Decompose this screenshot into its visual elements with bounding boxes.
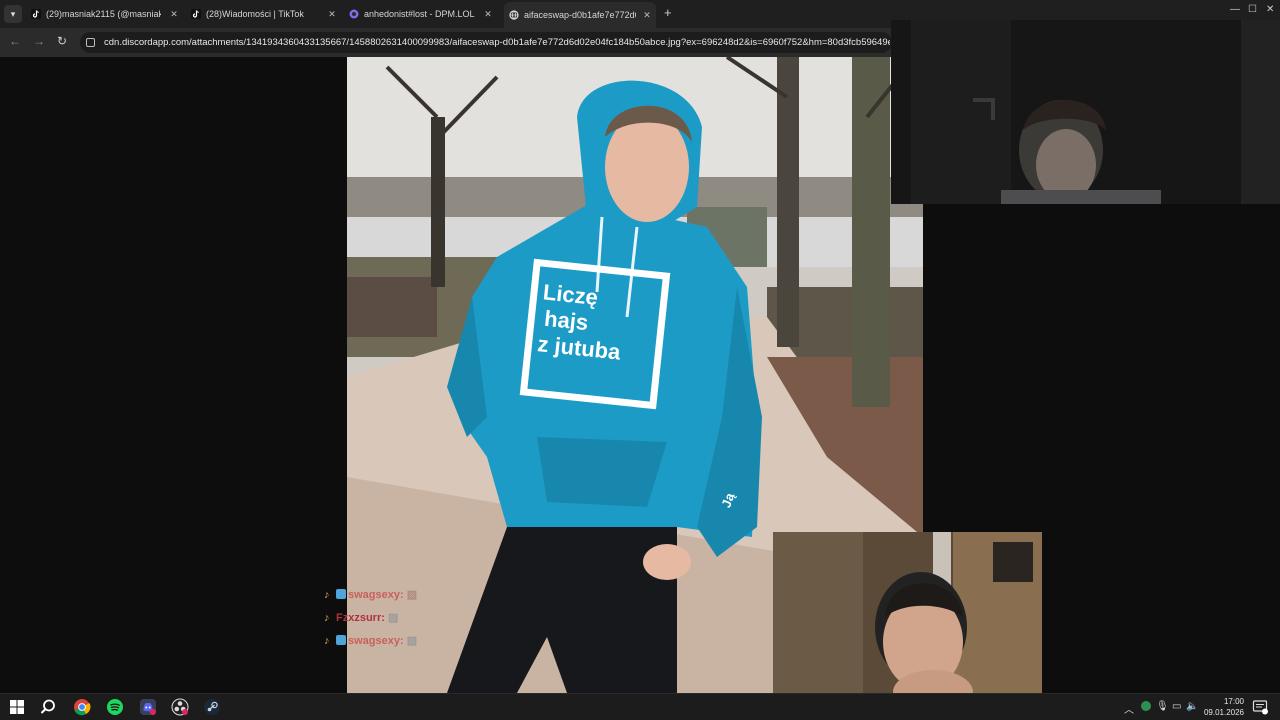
back-icon[interactable]: ←: [9, 34, 21, 48]
music-note-icon: ♪: [324, 612, 330, 624]
webcam-streamer-top: [891, 20, 1280, 204]
dpm-icon: [349, 9, 359, 19]
tray-overflow-icon[interactable]: ︿: [1124, 701, 1134, 716]
forward-icon[interactable]: →: [33, 34, 45, 48]
notifications-icon[interactable]: [1252, 699, 1268, 715]
taskbar: ︿ 🎙 ▭ 🔈 17:00 09.01.2026: [0, 693, 1280, 720]
steam-icon[interactable]: [203, 698, 221, 716]
music-note-icon: ♪: [324, 589, 330, 601]
chat-emote: ▨: [406, 635, 418, 647]
tab-label: aifaceswap-d0b1afe7e772d6d0: [524, 10, 636, 20]
site-info-icon[interactable]: [86, 38, 95, 47]
chat-username: Fzxzsurr:: [336, 612, 385, 624]
close-tab-icon[interactable]: ✕: [326, 4, 338, 24]
close-window-icon[interactable]: ✕: [1266, 4, 1274, 15]
music-note-icon: ♪: [324, 635, 330, 647]
webcam-feed: [891, 20, 1280, 204]
search-icon[interactable]: [39, 698, 57, 716]
chat-username: swagsexy:: [348, 589, 404, 601]
system-clock[interactable]: 17:00 09.01.2026: [1204, 696, 1244, 718]
start-icon[interactable]: [8, 698, 26, 716]
url-text[interactable]: cdn.discordapp.com/attachments/134193436…: [104, 32, 890, 53]
chat-message: ♪ swagsexy: ▨: [324, 634, 504, 657]
tab-aifaceswap[interactable]: aifaceswap-d0b1afe7e772d6d0 ✕: [504, 2, 656, 28]
chat-message: ♪ Fzxzsurr: ▨: [324, 611, 504, 634]
volume-icon[interactable]: 🔈: [1186, 701, 1198, 712]
chat-emote: ▨: [406, 589, 418, 601]
chrome-icon[interactable]: [73, 698, 91, 716]
obs-icon[interactable]: [171, 698, 189, 716]
minimize-icon[interactable]: —: [1230, 4, 1240, 15]
chat-badge-icon: [336, 589, 346, 599]
close-tab-icon[interactable]: ✕: [641, 2, 653, 28]
tab-label: (28)Wiadomości | TikTok: [206, 9, 304, 19]
spotify-icon[interactable]: [106, 698, 124, 716]
chat-emote: ▨: [387, 612, 399, 624]
network-icon[interactable]: ▭: [1172, 701, 1181, 712]
chat-badge-icon: [336, 635, 346, 645]
close-tab-icon[interactable]: ✕: [482, 4, 494, 24]
new-tab-button[interactable]: +: [664, 6, 672, 20]
close-tab-icon[interactable]: ✕: [168, 4, 180, 24]
tiktok-icon: [191, 9, 201, 19]
address-bar[interactable]: cdn.discordapp.com/attachments/134193436…: [80, 32, 892, 53]
tray-app-icon[interactable]: [1140, 700, 1152, 712]
screen: ▾ (29)masniak2115 (@masniak21 ✕ (28)Wiad…: [0, 0, 1280, 720]
webcam-feed: [773, 532, 1042, 720]
tab-label: anhedonist#lost - DPM.LOL: [364, 9, 475, 19]
clock-date: 09.01.2026: [1203, 708, 1244, 717]
reload-icon[interactable]: ↻: [57, 34, 67, 48]
tab-label: (29)masniak2115 (@masniak21: [46, 9, 161, 19]
webcam-streamer-bottom: [773, 532, 1042, 720]
tab-masniak[interactable]: (29)masniak2115 (@masniak21 ✕: [30, 4, 180, 24]
chat-username: swagsexy:: [348, 635, 404, 647]
tab-tiktok-messages[interactable]: (28)Wiadomości | TikTok ✕: [190, 4, 338, 24]
discord-icon[interactable]: [139, 698, 157, 716]
tab-dpm[interactable]: anhedonist#lost - DPM.LOL ✕: [348, 4, 494, 24]
maximize-icon[interactable]: ☐: [1248, 4, 1257, 15]
chat-message: ♪ swagsexy: ▨: [324, 588, 504, 611]
clock-time: 17:00: [1223, 697, 1244, 706]
file-icon: [509, 10, 519, 20]
stream-chat-overlay: ♪ swagsexy: ▨ ♪ Fzxzsurr: ▨ ♪ swagsexy: ▨: [324, 588, 504, 657]
hoodie-text-line-2: hajs: [543, 306, 589, 335]
microphone-icon[interactable]: 🎙: [1156, 701, 1169, 712]
tab-search-button[interactable]: ▾: [4, 5, 22, 23]
tiktok-icon: [31, 9, 41, 19]
